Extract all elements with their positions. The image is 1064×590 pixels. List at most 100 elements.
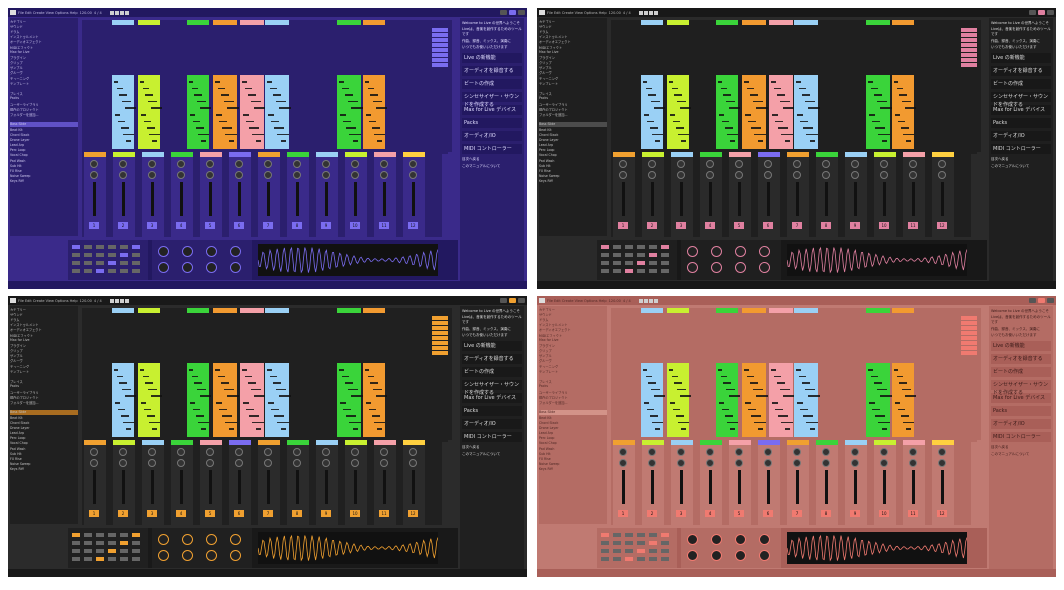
- browser-item[interactable]: 現在のプロジェクト: [539, 395, 607, 400]
- help-topic-link[interactable]: Packs: [462, 118, 522, 128]
- channel-name[interactable]: [345, 152, 367, 157]
- browser-item[interactable]: Perc Loop: [10, 436, 78, 441]
- pan-knob[interactable]: [119, 160, 127, 168]
- pan-knob[interactable]: [706, 448, 714, 456]
- waveform-display[interactable]: [258, 244, 438, 276]
- track-number-button[interactable]: 4: [705, 222, 715, 229]
- browser-item[interactable]: カテゴリー: [539, 19, 607, 24]
- browser-item[interactable]: クリップ: [539, 348, 607, 353]
- pan-knob[interactable]: [851, 160, 859, 168]
- audio-clip[interactable]: [213, 75, 239, 149]
- drum-pad[interactable]: [84, 541, 92, 545]
- pan-knob[interactable]: [177, 160, 185, 168]
- volume-fader[interactable]: [354, 182, 357, 216]
- device-knob[interactable]: [230, 246, 241, 257]
- send-knob[interactable]: [148, 171, 156, 179]
- channel-name[interactable]: [758, 152, 780, 157]
- browser-item[interactable]: Max for Live: [10, 338, 78, 343]
- track-number-button[interactable]: 6: [234, 510, 244, 517]
- device-knob[interactable]: [711, 534, 722, 545]
- volume-fader[interactable]: [296, 470, 299, 504]
- send-knob[interactable]: [235, 171, 243, 179]
- track-header[interactable]: [769, 20, 793, 25]
- track-number-button[interactable]: 4: [705, 510, 715, 517]
- send-knob[interactable]: [177, 459, 185, 467]
- device-knob[interactable]: [158, 550, 169, 561]
- drum-pad[interactable]: [601, 245, 609, 249]
- help-topic-link[interactable]: Max for Live デバイス: [991, 393, 1051, 403]
- pan-knob[interactable]: [177, 448, 185, 456]
- drum-pad[interactable]: [649, 533, 657, 537]
- browser-item[interactable]: Drone Layer: [10, 426, 78, 431]
- track-number-button[interactable]: 7: [263, 222, 273, 229]
- browser-item[interactable]: Beat Kit: [10, 128, 78, 133]
- track-number-button[interactable]: 4: [176, 510, 186, 517]
- browser-item[interactable]: インストゥルメント: [539, 322, 607, 327]
- audio-clip[interactable]: [667, 75, 691, 149]
- scene-launch-button[interactable]: [432, 341, 448, 345]
- volume-fader[interactable]: [680, 470, 683, 504]
- browser-item[interactable]: オーディオエフェクト: [539, 39, 607, 44]
- volume-fader[interactable]: [883, 470, 886, 504]
- time-signature[interactable]: 4 / 4: [623, 299, 631, 303]
- track-number-button[interactable]: 9: [850, 222, 860, 229]
- scene-launch-button[interactable]: [432, 48, 448, 52]
- drum-pad[interactable]: [661, 245, 669, 249]
- waveform-display[interactable]: [787, 244, 967, 276]
- drum-pad[interactable]: [72, 557, 80, 561]
- audio-clip[interactable]: [265, 75, 291, 149]
- help-topic-link[interactable]: オーディオを録音する: [462, 354, 522, 364]
- scene-launch-button[interactable]: [961, 43, 977, 47]
- send-knob[interactable]: [735, 171, 743, 179]
- channel-name[interactable]: [700, 152, 722, 157]
- audio-clip[interactable]: [641, 75, 665, 149]
- help-footer-link[interactable]: このマニュアルについて: [462, 452, 522, 457]
- help-topic-link[interactable]: ビートの作成: [462, 79, 522, 89]
- help-topic-link[interactable]: MIDI コントローラー: [462, 144, 522, 154]
- track-header[interactable]: [112, 20, 134, 25]
- browser-item[interactable]: オーディオエフェクト: [539, 327, 607, 332]
- device-knob[interactable]: [687, 534, 698, 545]
- track-number-button[interactable]: 11: [908, 222, 918, 229]
- send-knob[interactable]: [351, 171, 359, 179]
- drum-pad[interactable]: [649, 541, 657, 545]
- browser-item[interactable]: 現在のプロジェクト: [10, 107, 78, 112]
- track-number-button[interactable]: 12: [408, 222, 418, 229]
- browser-item[interactable]: チューニング: [10, 76, 78, 81]
- drum-pad[interactable]: [601, 533, 609, 537]
- browser-item[interactable]: Chord Stack: [539, 421, 607, 426]
- browser-item[interactable]: グルーヴ: [10, 358, 78, 363]
- drum-pad[interactable]: [613, 269, 621, 273]
- track-number-button[interactable]: 11: [908, 510, 918, 517]
- help-footer-link[interactable]: 目次へ戻る: [991, 157, 1051, 162]
- help-topic-link[interactable]: オーディオを録音する: [462, 66, 522, 76]
- drum-pad[interactable]: [108, 253, 116, 257]
- browser-item[interactable]: Vocal Chop: [10, 441, 78, 446]
- device-knob[interactable]: [206, 534, 217, 545]
- volume-fader[interactable]: [412, 470, 415, 504]
- scene-launch-button[interactable]: [961, 326, 977, 330]
- pan-knob[interactable]: [880, 448, 888, 456]
- volume-fader[interactable]: [151, 182, 154, 216]
- channel-name[interactable]: [258, 152, 280, 157]
- pan-knob[interactable]: [793, 448, 801, 456]
- channel-name[interactable]: [642, 440, 664, 445]
- menu-bar[interactable]: File Edit Create View Options Help: [547, 299, 607, 303]
- browser-item[interactable]: プラグイン: [10, 55, 78, 60]
- help-topic-link[interactable]: オーディオ/IO: [462, 419, 522, 429]
- browser-item[interactable]: インストゥルメント: [10, 34, 78, 39]
- send-knob[interactable]: [793, 459, 801, 467]
- browser-item[interactable]: ユーザーライブラリ: [10, 390, 78, 395]
- track-number-button[interactable]: 1: [618, 510, 628, 517]
- scene-launch-button[interactable]: [961, 336, 977, 340]
- browser-item[interactable]: Vocal Chop: [539, 441, 607, 446]
- track-number-button[interactable]: 9: [321, 222, 331, 229]
- audio-clip[interactable]: [641, 363, 665, 437]
- send-knob[interactable]: [735, 459, 743, 467]
- pan-knob[interactable]: [409, 448, 417, 456]
- drum-pad[interactable]: [132, 533, 140, 537]
- send-knob[interactable]: [409, 171, 417, 179]
- track-header[interactable]: [667, 20, 689, 25]
- send-knob[interactable]: [351, 459, 359, 467]
- browser-item[interactable]: テンプレート: [539, 81, 607, 86]
